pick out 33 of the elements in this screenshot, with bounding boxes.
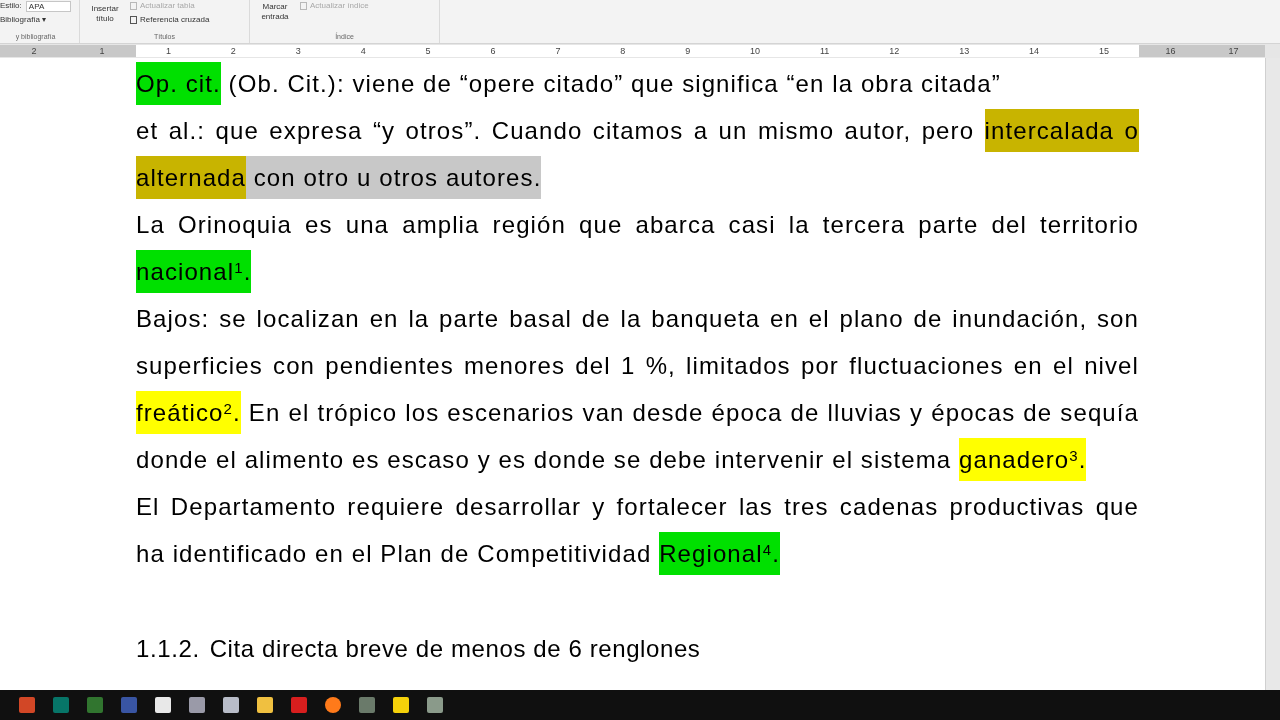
ruler-number: 5 <box>425 46 431 56</box>
ruler-number: 9 <box>685 46 691 56</box>
ribbon-button[interactable]: Marcar entrada <box>258 0 292 22</box>
ribbon-button[interactable]: Insertar título <box>88 0 122 26</box>
ruler-number: 13 <box>959 46 970 56</box>
ruler-number: 17 <box>1228 46 1239 56</box>
ruler-number: 11 <box>820 46 830 56</box>
body-paragraph: Bajos: se localizan en la parte basal de la banqueta en el plano de inundación, son superficies con pendientes menores del 1 %, limitados por fluctuaciones en el nivel freático$^{2}$. En el trópico los escenarios van desde época de lluvias y épocas de sequía donde el alimento es escaso y es donde se debe intervenir el sistema ganadero$^{3}$. <box>136 295 1139 483</box>
ruler-number: 6 <box>490 46 496 56</box>
ruler-number: 8 <box>620 46 626 56</box>
ruler-number: 15 <box>1098 46 1109 56</box>
style-dropdown[interactable]: APA <box>25 0 71 12</box>
body-paragraph: El Departamento requiere desarrollar y fortalecer las tres cadenas productivas que ha identificado en el Plan de Competitividad Regional$^{4}$. <box>136 483 1139 577</box>
ruler-number: 4 <box>360 46 366 56</box>
ruler-number: 2 <box>31 46 37 56</box>
bibliography-menu[interactable]: Bibliografía ▾ <box>0 14 71 26</box>
ruler-number: 3 <box>295 46 301 56</box>
ruler-number: 14 <box>1029 46 1040 56</box>
ruler-number: 16 <box>1165 46 1176 56</box>
ruler-number: 1 <box>165 46 171 56</box>
ruler-number: 12 <box>889 46 900 56</box>
ruler-number: 7 <box>555 46 561 56</box>
ruler-number: 10 <box>750 46 761 56</box>
body-paragraph: Op. cit. (Ob. Cit.): viene de “opere citado” que significa “en la obra citada” <box>136 60 1139 107</box>
section-heading: 1.1.2. Cita directa breve de menos de 6 renglones <box>136 634 702 664</box>
ribbon-button[interactable]: Referencia cruzada <box>130 14 210 26</box>
document-icon <box>300 2 307 10</box>
ruler-number: 1 <box>99 46 105 56</box>
ruler-number: 2 <box>230 46 236 56</box>
body-paragraph: et al.: que expresa “y otros”. Cuando citamos a un mismo autor, pero intercalada o alternada con otro u otros autores. <box>136 107 1139 201</box>
body-paragraph: La Orinoquia es una amplia región que abarca casi la tercera parte del territorio nacional$^{1}$. <box>136 201 1139 295</box>
taskbar-app-icon[interactable] <box>325 697 341 713</box>
style-label: Estilo: <box>0 0 22 12</box>
